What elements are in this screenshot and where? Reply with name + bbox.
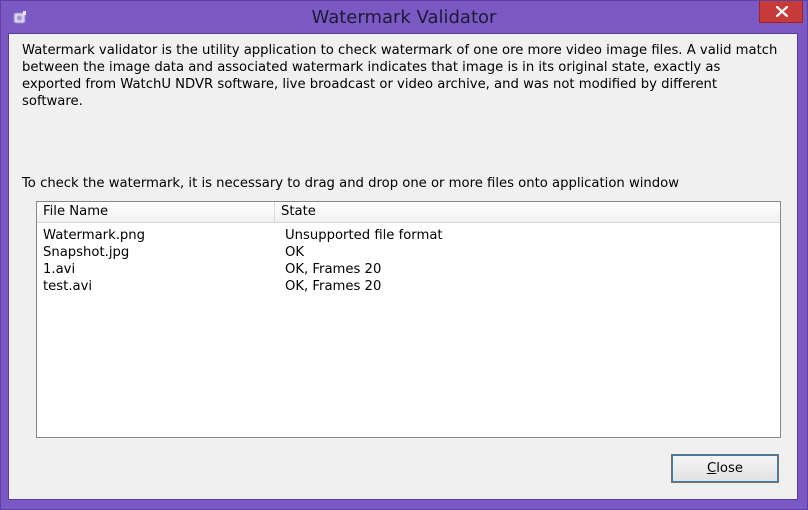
file-name-cell: Snapshot.jpg: [43, 245, 130, 260]
window-close-button[interactable]: [759, 1, 803, 23]
window-title: Watermark Validator: [311, 7, 497, 28]
table-row[interactable]: 1.avi OK, Frames 20: [37, 262, 780, 278]
list-header: File Name State: [37, 202, 780, 223]
close-button[interactable]: Close: [671, 454, 779, 483]
table-row[interactable]: Snapshot.jpg OK: [37, 245, 780, 261]
file-name-cell: Watermark.png: [43, 228, 146, 243]
instruction-text: To check the watermark, it is necessary …: [22, 176, 679, 191]
close-button-mnemonic: C: [707, 461, 717, 476]
file-name-cell: test.avi: [43, 279, 93, 294]
table-row[interactable]: Watermark.png Unsupported file format: [37, 228, 780, 244]
column-header-file-name[interactable]: File Name: [37, 202, 275, 222]
state-cell: Unsupported file format: [285, 228, 443, 243]
state-cell: OK, Frames 20: [285, 262, 382, 277]
description-text: Watermark validator is the utility appli…: [22, 43, 778, 109]
state-cell: OK, Frames 20: [285, 279, 382, 294]
column-header-state[interactable]: State: [275, 202, 780, 222]
close-button-label: lose: [716, 461, 743, 476]
title-bar[interactable]: Watermark Validator: [1, 1, 807, 33]
file-name-cell: 1.avi: [43, 262, 76, 277]
file-list[interactable]: File Name State Watermark.png Unsupporte…: [36, 201, 781, 438]
state-cell: OK: [285, 245, 305, 260]
table-row[interactable]: test.avi OK, Frames 20: [37, 279, 780, 295]
close-icon: [776, 6, 788, 17]
